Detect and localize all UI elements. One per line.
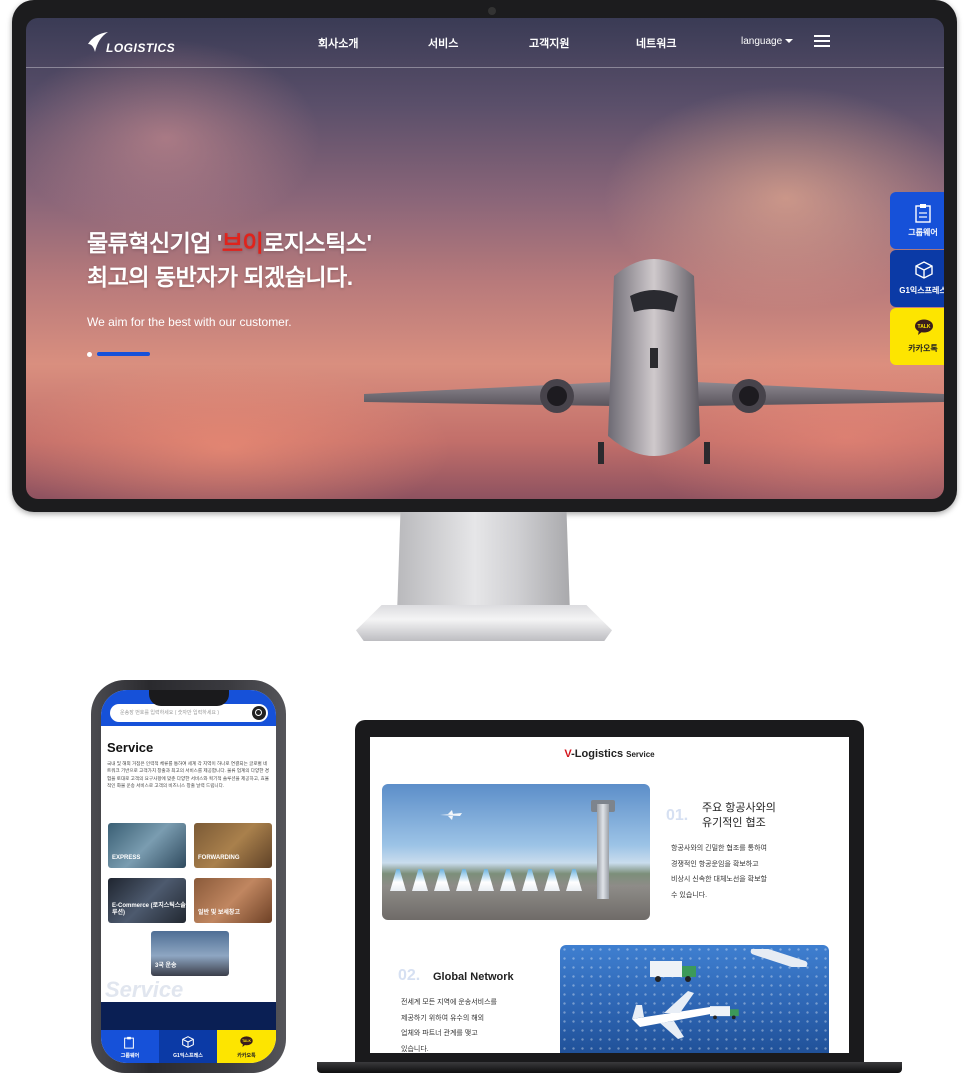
- feature-number: 02.: [398, 967, 421, 984]
- slide-indicator-2-active[interactable]: [97, 352, 150, 356]
- kakaotalk-icon: TALK: [915, 319, 933, 335]
- service-card-label: E-Commerce (로지스틱스솔루션): [112, 903, 186, 916]
- train-icon: [750, 949, 808, 967]
- quick-menu-kakaotalk[interactable]: TALK 카카오톡: [890, 308, 944, 365]
- parked-planes: [382, 869, 612, 897]
- quick-menu-label: 그룹웨어: [908, 228, 938, 237]
- service-card-label: FORWARDING: [198, 855, 240, 861]
- nav-item-network[interactable]: 네트워크: [636, 35, 676, 51]
- laptop-section-heading: V-Logistics Service: [370, 748, 849, 760]
- hero-subtitle: We aim for the best with our customer.: [87, 315, 292, 329]
- laptop: V-Logistics Service 01. 주요 항공사와의 유기적인 협조…: [355, 720, 864, 1065]
- truck-icon: [710, 1006, 739, 1020]
- feature-title: Global Network: [433, 971, 514, 983]
- mobile-tab-label: G1익스프레스: [173, 1053, 203, 1059]
- nav-item-support[interactable]: 고객지원: [529, 35, 569, 51]
- feature-body-line: 전세계 모든 지역에 운송서비스를: [401, 999, 497, 1006]
- service-card-third-country[interactable]: 3국 운송: [151, 931, 229, 976]
- monitor-stand-neck: [397, 512, 570, 614]
- clipboard-icon: [915, 204, 931, 223]
- chevron-down-icon: [785, 39, 794, 43]
- package-icon: [915, 261, 933, 279]
- feature-body-line: 제공하기 위하여 유수의 해외: [401, 1014, 485, 1022]
- search-icon[interactable]: [252, 706, 266, 720]
- kakaotalk-icon-text: TALK: [242, 1039, 251, 1043]
- service-card-express[interactable]: EXPRESS: [108, 823, 186, 868]
- mobile-tab-label: 카카오톡: [237, 1053, 256, 1059]
- mobile-bottom-bar: 그룹웨어 G1익스프레스 TALK 카카오톡: [101, 1030, 276, 1063]
- truck-icon: [650, 961, 696, 982]
- quick-menu-groupware[interactable]: 그룹웨어: [890, 192, 944, 249]
- language-label: language: [741, 36, 783, 47]
- webcam: [488, 7, 496, 15]
- feature-body-line: 업체와 파트너 관계를 맺고: [401, 1030, 478, 1037]
- airport-image: [382, 784, 650, 920]
- global-network-image: [560, 945, 829, 1053]
- quick-menu-g1express[interactable]: G1익스프레스: [890, 250, 944, 307]
- mobile-section-desc: 국내 및 해외 거점은 인력적 체류를 통하여 세계 각 지역이 하나로 연결되…: [107, 761, 269, 789]
- service-card-label: 일반 및 보세창고: [198, 910, 240, 916]
- nav-item-service[interactable]: 서비스: [428, 35, 458, 51]
- heading-brand-rest: -Logistics: [571, 748, 624, 760]
- logo[interactable]: LOGISTICS: [86, 30, 176, 56]
- flying-plane-icon: [440, 810, 462, 820]
- package-icon: [182, 1036, 194, 1048]
- nav-item-company[interactable]: 회사소개: [318, 35, 358, 51]
- mobile-watermark: Service: [105, 977, 184, 1002]
- service-card-forwarding[interactable]: FORWARDING: [194, 823, 272, 868]
- service-card-ecommerce[interactable]: E-Commerce (로지스틱스솔루션): [108, 878, 186, 923]
- hero-title-part1: 물류혁신기업 ': [87, 230, 222, 256]
- feature-body: 항공사와의 긴밀한 협조를 통하여 경쟁적인 항공운임을 확보하고 비상시 신속…: [671, 841, 791, 903]
- feature-body-line: 수 있습니다.: [671, 891, 708, 899]
- service-card-label: EXPRESS: [112, 855, 141, 861]
- airplane-image: [364, 259, 944, 464]
- monitor-stand-base: [356, 605, 612, 641]
- feature-number: 01.: [666, 807, 689, 824]
- feature-body: 전세계 모든 지역에 운송서비스를 제공하기 위하여 유수의 해외 업체와 파트…: [401, 995, 521, 1053]
- cargo-plane-icon: [632, 991, 718, 1039]
- clipboard-icon: [124, 1036, 134, 1049]
- feature-body-line: 항공사와의 긴밀한 협조를 통하여: [671, 845, 767, 852]
- feature-title-line1: 주요 항공사와의: [702, 802, 776, 814]
- site-header: LOGISTICS 회사소개 서비스 고객지원 네트워크 language: [26, 18, 944, 68]
- heading-suffix: Service: [626, 750, 655, 759]
- hero-title: 물류혁신기업 '브이로지스틱스' 최고의 동반자가 되겠습니다.: [87, 226, 372, 294]
- logo-text: LOGISTICS: [106, 41, 176, 55]
- hero-title-highlight: 브이: [221, 230, 264, 256]
- feature-body-line: 있습니다.: [401, 1045, 429, 1053]
- kakaotalk-icon: TALK: [240, 1036, 253, 1047]
- tracking-search-input[interactable]: 운송장 번호를 입력하세요 ( 숫자만 입력하세요 ): [110, 704, 268, 722]
- slide-indicator-1[interactable]: [87, 352, 92, 357]
- hero-title-line2: 최고의 동반자가 되겠습니다.: [87, 264, 353, 290]
- feature-title-line2: 유기적인 협조: [702, 817, 766, 829]
- hero-title-part2: 로지스틱스': [263, 230, 372, 256]
- feature-body-line: 비상시 신속한 대체노선을 확보할: [671, 876, 767, 883]
- laptop-base: [317, 1062, 902, 1073]
- hamburger-menu-icon[interactable]: [814, 35, 830, 47]
- mobile-footer-band: [101, 1002, 276, 1032]
- phone-notch: [149, 690, 229, 706]
- mobile-phone: 운송장 번호를 입력하세요 ( 숫자만 입력하세요 ) Service 국내 및…: [91, 680, 286, 1073]
- kakaotalk-icon-text: TALK: [918, 324, 931, 330]
- feature-title: 주요 항공사와의 유기적인 협조: [702, 801, 776, 831]
- mobile-tab-groupware[interactable]: 그룹웨어: [101, 1030, 159, 1063]
- desktop-screen: LOGISTICS 회사소개 서비스 고객지원 네트워크 language 물류…: [26, 18, 944, 499]
- search-placeholder: 운송장 번호를 입력하세요 ( 숫자만 입력하세요 ): [120, 710, 220, 716]
- mobile-tab-kakaotalk[interactable]: TALK 카카오톡: [217, 1030, 276, 1063]
- mobile-tab-label: 그룹웨어: [120, 1053, 140, 1059]
- language-selector[interactable]: language: [741, 36, 794, 47]
- mobile-screen: 운송장 번호를 입력하세요 ( 숫자만 입력하세요 ) Service 국내 및…: [101, 690, 276, 1063]
- feature-body-line: 경쟁적인 항공운임을 확보하고: [671, 860, 759, 868]
- service-card-label: 3국 운송: [155, 963, 177, 969]
- desktop-monitor: LOGISTICS 회사소개 서비스 고객지원 네트워크 language 물류…: [12, 0, 957, 512]
- mobile-tab-g1express[interactable]: G1익스프레스: [159, 1030, 217, 1063]
- service-card-warehouse[interactable]: 일반 및 보세창고: [194, 878, 272, 923]
- quick-menu-label: G1익스프레스: [899, 286, 944, 295]
- mobile-section-title: Service: [107, 740, 154, 755]
- quick-menu-label: 카카오톡: [908, 344, 938, 353]
- laptop-screen: V-Logistics Service 01. 주요 항공사와의 유기적인 협조…: [370, 737, 849, 1053]
